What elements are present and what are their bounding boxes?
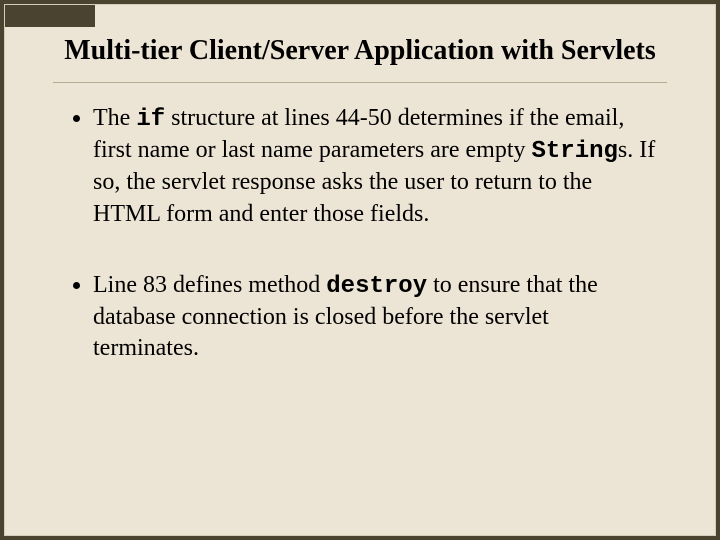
slide-paper: Multi-tier Client/Server Application wit… — [4, 4, 716, 536]
code-segment: String — [531, 138, 617, 165]
list-item: The if structure at lines 44-50 determin… — [93, 103, 667, 230]
slide-title: Multi-tier Client/Server Application wit… — [53, 33, 667, 68]
slide-frame: Multi-tier Client/Server Application wit… — [0, 0, 720, 540]
text-segment: The — [93, 105, 136, 131]
text-segment: Line 83 defines method — [93, 272, 326, 298]
code-segment: destroy — [326, 273, 427, 300]
bullet-list: The if structure at lines 44-50 determin… — [53, 103, 667, 364]
title-rule — [53, 82, 667, 83]
list-item: Line 83 defines method destroy to ensure… — [93, 270, 667, 365]
code-segment: if — [136, 106, 165, 133]
